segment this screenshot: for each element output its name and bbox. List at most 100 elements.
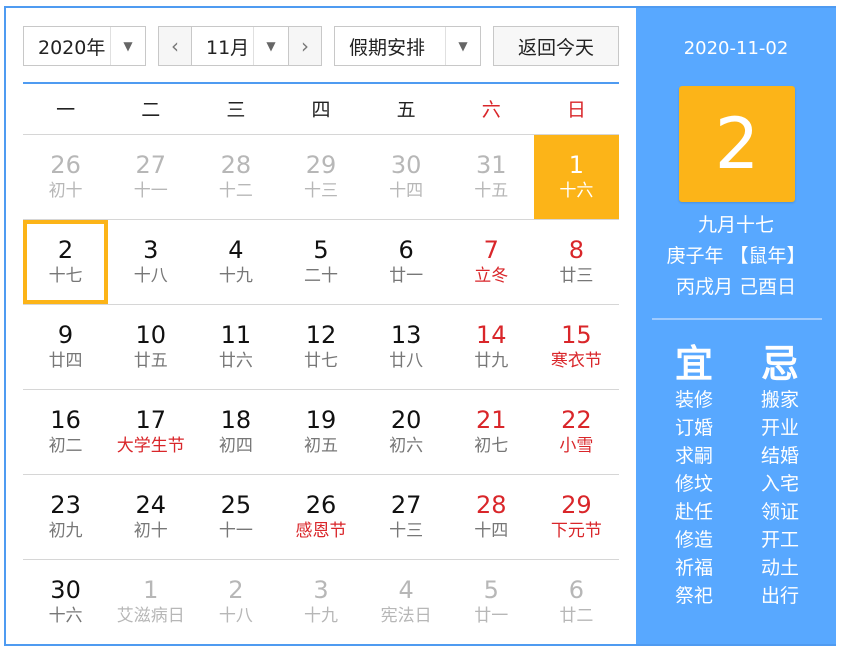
day-lunar-label: 十一 xyxy=(218,521,253,541)
holiday-select[interactable]: 假期安排 ▼ xyxy=(334,26,481,66)
day-cell[interactable]: 19 初五 xyxy=(278,390,363,474)
day-cell[interactable]: 6 廿一 xyxy=(364,220,449,304)
day-grid: 26 初十 27 十一 28 十二 29 十三 30 十四 31 十五 1 十六 2 十七 3 十八 4 十九 5 二十 6… xyxy=(23,134,619,644)
day-cell[interactable]: 1 十六 xyxy=(533,135,619,219)
yi-item: 装修 xyxy=(674,389,713,411)
day-cell[interactable]: 2 十八 xyxy=(193,560,278,644)
day-cell[interactable]: 5 二十 xyxy=(278,220,363,304)
year-select-value: 2020年 xyxy=(38,36,106,59)
day-number: 3 xyxy=(143,236,159,264)
day-cell[interactable]: 18 初四 xyxy=(193,390,278,474)
day-number: 30 xyxy=(50,576,81,604)
day-cell[interactable]: 22 小雪 xyxy=(534,390,619,474)
day-lunar-label: 下元节 xyxy=(550,521,602,541)
day-lunar-label: 初六 xyxy=(389,436,424,456)
day-cell[interactable]: 16 初二 xyxy=(23,390,108,474)
day-lunar-label: 二十 xyxy=(303,266,338,286)
day-cell[interactable]: 5 廿一 xyxy=(449,560,534,644)
day-cell[interactable]: 23 初九 xyxy=(23,475,108,559)
day-number: 22 xyxy=(561,406,592,434)
day-cell[interactable]: 30 十六 xyxy=(23,560,108,644)
day-cell[interactable]: 6 廿二 xyxy=(534,560,619,644)
day-cell[interactable]: 27 十三 xyxy=(364,475,449,559)
back-to-today-button[interactable]: 返回今天 xyxy=(493,26,619,66)
day-lunar-label: 廿一 xyxy=(389,266,424,286)
day-cell[interactable]: 29 十三 xyxy=(278,135,363,219)
day-lunar-label: 十三 xyxy=(303,181,338,201)
day-number: 12 xyxy=(305,321,337,349)
day-number: 14 xyxy=(476,321,507,349)
ji-item: 入宅 xyxy=(760,473,799,495)
prev-month-button[interactable]: ‹ xyxy=(158,26,192,66)
day-cell[interactable]: 3 十八 xyxy=(108,220,193,304)
weekday-label: 五 xyxy=(396,99,416,121)
day-lunar-label: 十六 xyxy=(48,606,83,626)
day-cell[interactable]: 1 艾滋病日 xyxy=(108,560,193,644)
day-cell[interactable]: 17 大学生节 xyxy=(108,390,193,474)
day-lunar-label: 廿五 xyxy=(133,351,168,371)
day-lunar-label: 十九 xyxy=(218,266,253,286)
chevron-down-icon: ▼ xyxy=(445,27,480,65)
day-cell[interactable]: 4 宪法日 xyxy=(364,560,449,644)
month-select-value: 11月 xyxy=(206,36,250,59)
day-cell[interactable]: 24 初十 xyxy=(108,475,193,559)
weekday-label: 二 xyxy=(141,99,161,121)
ji-title: 忌 xyxy=(760,342,799,386)
day-cell[interactable]: 26 初十 xyxy=(23,135,108,219)
day-lunar-label: 十八 xyxy=(218,606,253,626)
day-cell[interactable]: 29 下元节 xyxy=(534,475,619,559)
day-cell[interactable]: 28 十二 xyxy=(193,135,278,219)
day-lunar-label: 十六 xyxy=(559,181,594,201)
day-cell[interactable]: 31 十五 xyxy=(449,135,534,219)
next-month-button[interactable]: › xyxy=(288,26,322,66)
day-cell[interactable]: 30 十四 xyxy=(364,135,449,219)
week-row: 30 十六 1 艾滋病日 2 十八 3 十九 4 宪法日 5 廿一 6 廿二 xyxy=(23,559,619,644)
big-day-number: 2 xyxy=(679,86,795,202)
day-number: 5 xyxy=(313,236,329,264)
day-cell[interactable]: 11 廿六 xyxy=(193,305,278,389)
day-lunar-label: 十九 xyxy=(303,606,338,626)
day-cell[interactable]: 13 廿八 xyxy=(364,305,449,389)
holiday-select-value: 假期安排 xyxy=(349,36,426,59)
ji-list: 搬家 开业 结婚 入宅 领证 开工 动土 出行 xyxy=(730,386,830,610)
day-cell[interactable]: 28 十四 xyxy=(449,475,534,559)
day-number: 2 xyxy=(228,576,244,604)
day-number: 27 xyxy=(390,491,422,519)
day-number: 30 xyxy=(390,151,422,179)
day-cell[interactable]: 14 廿九 xyxy=(449,305,534,389)
ji-item: 领证 xyxy=(760,501,799,523)
day-cell[interactable]: 12 廿七 xyxy=(278,305,363,389)
day-cell[interactable]: 15 寒衣节 xyxy=(534,305,619,389)
day-number: 1 xyxy=(568,151,585,179)
day-lunar-label: 十四 xyxy=(474,521,509,541)
yi-item: 赴任 xyxy=(674,501,713,523)
calendar-toolbar: 2020年 ▼ ‹ 11月 ▼ › 假期安排 ▼ 返回今天 xyxy=(23,26,619,68)
calendar-main: 2020年 ▼ ‹ 11月 ▼ › 假期安排 ▼ 返回今天 一二三四五六日 26… xyxy=(6,8,636,644)
day-lunar-label: 感恩节 xyxy=(295,521,347,541)
day-cell[interactable]: 26 感恩节 xyxy=(278,475,363,559)
day-lunar-label: 初四 xyxy=(218,436,253,456)
day-number: 16 xyxy=(50,406,81,434)
month-select[interactable]: 11月 ▼ xyxy=(191,26,289,66)
panel-divider xyxy=(652,318,822,320)
ji-item: 动土 xyxy=(760,557,799,579)
day-lunar-label: 十二 xyxy=(218,181,253,201)
day-lunar-label: 初二 xyxy=(48,436,83,456)
day-cell[interactable]: 7 立冬 xyxy=(449,220,534,304)
day-cell[interactable]: 20 初六 xyxy=(364,390,449,474)
day-cell[interactable]: 9 廿四 xyxy=(23,305,108,389)
day-cell[interactable]: 3 十九 xyxy=(278,560,363,644)
day-cell[interactable]: 4 十九 xyxy=(193,220,278,304)
chevron-left-icon: ‹ xyxy=(171,34,179,58)
day-number: 10 xyxy=(135,321,166,349)
day-cell[interactable]: 21 初七 xyxy=(449,390,534,474)
day-cell[interactable]: 10 廿五 xyxy=(108,305,193,389)
day-cell[interactable]: 25 十一 xyxy=(193,475,278,559)
day-number: 26 xyxy=(50,151,81,179)
day-cell[interactable]: 8 廿三 xyxy=(534,220,619,304)
chevron-right-icon: › xyxy=(301,34,309,58)
day-cell[interactable]: 27 十一 xyxy=(108,135,193,219)
year-select[interactable]: 2020年 ▼ xyxy=(23,26,146,66)
day-lunar-label: 十三 xyxy=(389,521,424,541)
day-cell[interactable]: 2 十七 xyxy=(23,220,109,304)
